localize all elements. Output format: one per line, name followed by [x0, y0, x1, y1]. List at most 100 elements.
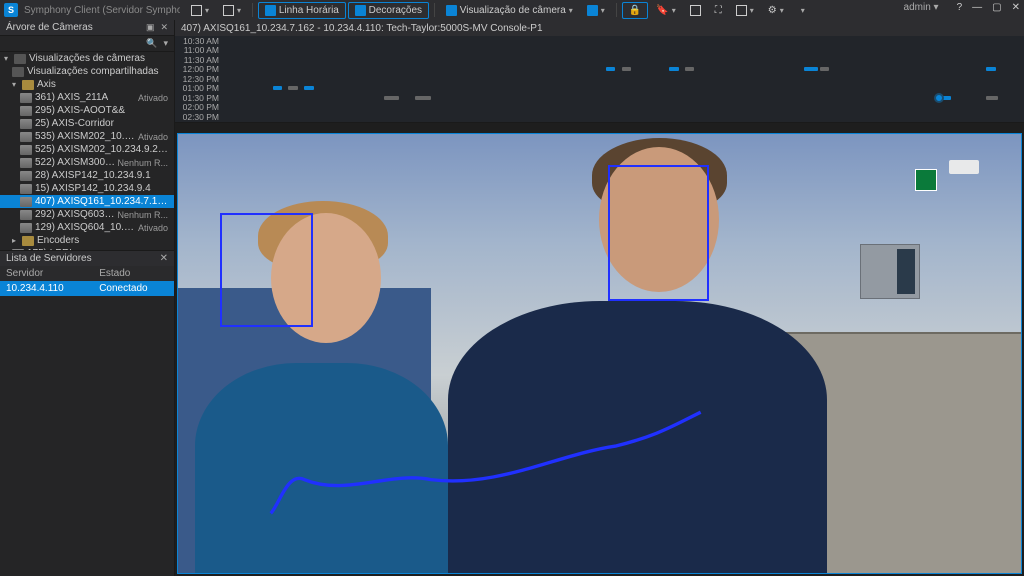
- tree-group-axis[interactable]: ▾Axis: [0, 78, 174, 91]
- timeline-row[interactable]: 12:30 PM: [175, 74, 1024, 84]
- filter-icon[interactable]: ▾: [163, 38, 168, 49]
- camera-tree-item[interactable]: 292) AXISQ603_10.234.10.114...Nenhum R..…: [0, 208, 174, 221]
- timeline-row[interactable]: 01:30 PM: [175, 93, 1024, 103]
- decorations-label: Decorações: [369, 5, 422, 16]
- camera-tree-item[interactable]: 361) AXIS_211AAtivado: [0, 91, 174, 104]
- timeline-row[interactable]: 02:00 PM: [175, 103, 1024, 113]
- timeline-label: 01:30 PM: [175, 93, 225, 103]
- help-button[interactable]: ?: [957, 2, 963, 13]
- app-icon: S: [4, 3, 18, 17]
- timeline-row[interactable]: 02:30 PM: [175, 112, 1024, 122]
- lock-icon: 🔒: [629, 5, 641, 16]
- maximize-button[interactable]: ▢: [992, 2, 1001, 13]
- timeline-segment: [606, 67, 616, 71]
- camera-tree-item[interactable]: 129) AXISQ604_10.234.7.160Ativado: [0, 221, 174, 234]
- camera-view-menu[interactable]: Visualização de câmera▾: [440, 3, 579, 18]
- camera-tree-item[interactable]: 535) AXISM202_10.234.9.180Ativado: [0, 130, 174, 143]
- timeline-label: 01:00 PM: [175, 83, 225, 93]
- timeline-segment: [288, 86, 298, 90]
- timeline-segment: [685, 67, 695, 71]
- back-button[interactable]: ▾: [185, 3, 215, 18]
- admin-menu[interactable]: admin ▾: [904, 2, 939, 13]
- timeline-track[interactable]: [225, 66, 1018, 72]
- face-detection-box: [608, 165, 709, 301]
- timeline-track[interactable]: [225, 114, 1018, 120]
- server-row[interactable]: 10.234.4.110Conectado: [0, 281, 174, 296]
- close-button[interactable]: ✕: [1012, 2, 1020, 13]
- timeline-segment: [304, 86, 314, 90]
- shared-icon: [12, 67, 24, 77]
- minimize-button[interactable]: ―: [972, 2, 982, 13]
- timeline-label: 02:30 PM: [175, 112, 225, 122]
- server-col-header[interactable]: Servidor: [0, 266, 93, 281]
- camera-icon: [20, 171, 32, 181]
- timeline-segment: [986, 67, 996, 71]
- timeline-track[interactable]: [225, 57, 1018, 63]
- timeline-row[interactable]: 11:00 AM: [175, 46, 1024, 56]
- timeline-row[interactable]: 01:00 PM: [175, 84, 1024, 94]
- camera-tree-item[interactable]: 15) AXISP142_10.234.9.4: [0, 182, 174, 195]
- timeline-label: Linha Horária: [279, 5, 339, 16]
- bell-icon: [223, 5, 234, 16]
- panel-close-icon[interactable]: ✕: [160, 22, 168, 33]
- camera-icon: [20, 184, 32, 194]
- tree-search-row: 🔍 ▾: [0, 36, 174, 52]
- main-toolbar: ▾ ▾ Linha Horária Decorações Visualizaçã…: [180, 0, 1024, 20]
- settings-button[interactable]: ⚙▾: [762, 3, 790, 18]
- timeline-track[interactable]: [225, 95, 1018, 101]
- tree-shared[interactable]: Visualizações compartilhadas: [0, 65, 174, 78]
- pin-icon[interactable]: ▣: [146, 22, 155, 33]
- main-area: 407) AXISQ161_10.234.7.162 - 10.234.4.11…: [175, 20, 1024, 576]
- bookmark-button[interactable]: 🔖▾: [650, 3, 681, 18]
- camera-icon: [20, 210, 32, 220]
- timeline-row[interactable]: 10:30 AM: [175, 36, 1024, 46]
- network-icon: [14, 54, 26, 64]
- search-icon[interactable]: 🔍: [146, 38, 157, 49]
- timeline-track[interactable]: [225, 85, 1018, 91]
- camera-icon: [20, 132, 32, 142]
- timeline-track[interactable]: [225, 38, 1018, 44]
- camera-tree-item[interactable]: 295) AXIS-AOOT&&: [0, 104, 174, 117]
- timeline-track[interactable]: [225, 104, 1018, 110]
- camera-tree-item[interactable]: 525) AXISM202_10.234.9.209: [0, 143, 174, 156]
- camera-tree-item[interactable]: 28) AXISP142_10.234.9.1: [0, 169, 174, 182]
- tree-encoders[interactable]: ▸Encoders: [0, 234, 174, 247]
- scene-light: [949, 160, 979, 174]
- export-button[interactable]: ▾: [730, 3, 760, 18]
- tree-root[interactable]: ▾Visualizações de câmeras: [0, 52, 174, 65]
- timeline-track[interactable]: [225, 76, 1018, 82]
- camera-icon: [20, 158, 32, 168]
- layout-button[interactable]: ▾: [581, 3, 611, 18]
- fullscreen-button[interactable]: ⛶: [709, 3, 728, 18]
- camera-icon: [20, 106, 32, 116]
- timeline-label: 12:00 PM: [175, 64, 225, 74]
- camera-icon: [20, 223, 32, 233]
- timeline-track[interactable]: [225, 47, 1018, 53]
- camera-tree-title: Árvore de Câmeras: [6, 22, 93, 33]
- camera-tree-item[interactable]: 407) AXISQ161_10.234.7.162: [0, 195, 174, 208]
- timeline-playhead[interactable]: [934, 93, 944, 103]
- carousel-button[interactable]: [684, 3, 707, 18]
- timeline-toggle[interactable]: Linha Horária: [258, 2, 346, 19]
- server-list-panel: Lista de Servidores✕ ServidorEstado 10.2…: [0, 250, 174, 576]
- state-col-header[interactable]: Estado: [93, 266, 174, 281]
- face-detection-box: [220, 213, 313, 327]
- gear-icon: ⚙: [768, 5, 777, 16]
- camera-tree-item[interactable]: 522) AXISM300_10.234.7.27Nenhum R...: [0, 156, 174, 169]
- camera-tree-item[interactable]: 25) AXIS-Corridor: [0, 117, 174, 130]
- grid-icon: [446, 5, 457, 16]
- decorations-toggle[interactable]: Decorações: [348, 2, 429, 19]
- timeline[interactable]: 10:30 AM11:00 AM11:30 AM12:00 PM12:30 PM…: [175, 36, 1024, 123]
- video-viewport-wrap: [175, 131, 1024, 576]
- more-button[interactable]: ▾: [792, 4, 811, 17]
- server-panel-close-icon[interactable]: ✕: [160, 253, 168, 264]
- timeline-row[interactable]: 11:30 AM: [175, 55, 1024, 65]
- left-panel: Árvore de Câmeras ▣✕ 🔍 ▾ ▾Visualizações …: [0, 20, 175, 576]
- lock-toggle[interactable]: 🔒: [622, 2, 648, 19]
- alerts-button[interactable]: ▾: [217, 3, 247, 18]
- window-controls: admin ▾ ? ― ▢ ✕: [904, 2, 1020, 13]
- timeline-row[interactable]: 12:00 PM: [175, 65, 1024, 75]
- timeline-label: 02:00 PM: [175, 102, 225, 112]
- video-viewport[interactable]: [177, 133, 1022, 574]
- timeline-segment: [273, 86, 283, 90]
